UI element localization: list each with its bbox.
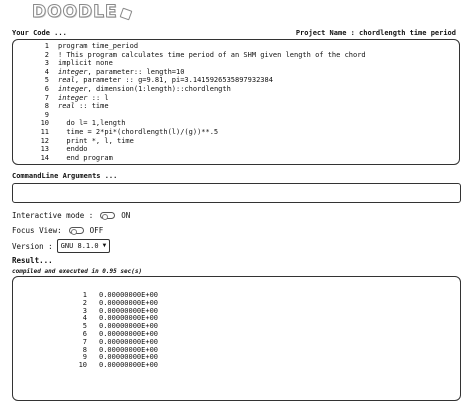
code-line: 12 print *, l, time [33,137,366,146]
line-number: 11 [40,127,49,136]
logo-text: DOODLE [32,2,118,23]
project-name: Project Name : chordlength time period [295,29,456,37]
code-line: 11 time = 2*pi*(chordlength(l)/(g))**.5 [33,128,366,137]
code-line: 3 implicit none [33,59,366,68]
result-label: Result... [12,256,53,265]
code-lines: 1 program time_period 2 ! This program calc… [33,42,366,162]
code-line: 8 real :: time [33,102,366,111]
cmdline-label: CommandLine Arguments ... [12,172,118,180]
toggle-knob-icon [102,213,109,220]
code-keyword: integer [58,93,88,102]
line-number: 3 [44,59,49,68]
output-lines: 1 0.00000000E+00 2 0.00000000E+00 3 0.0000000… [63,291,159,370]
code-keyword: integer [58,84,88,93]
line-number: 8 [44,102,49,111]
version-selected: GNU 8.1.0 [60,242,99,250]
line-number: 1 [44,42,49,50]
line-number: 2 [44,50,49,59]
code-line: 4 integer, parameter:: length=10 [33,68,366,77]
code-text: time = 2*pi*(chordlength(l)/(g))**.5 [58,127,219,136]
code-text: , dimension(1:length)::chordlength [87,84,231,93]
version-select[interactable]: GNU 8.1.0 ▼ [56,239,111,253]
code-line: 13 enddo [33,145,366,154]
code-keyword: real [58,76,75,85]
line-number: 14 [40,153,49,162]
code-text: enddo [58,145,88,154]
code-line: 7 integer :: l [33,94,366,103]
line-number: 5 [44,76,49,85]
line-number: 13 [40,145,49,154]
code-header: Your Code ... Project Name : chordlength… [12,29,458,39]
line-number: 12 [40,136,49,145]
doodle-logo[interactable]: DOODLE [32,2,132,23]
line-number: 6 [44,84,49,93]
code-line: 6 integer, dimension(1:length)::chordleng… [33,85,366,94]
code-text: do l= 1,length [58,119,126,128]
code-text: :: time [74,102,109,111]
code-text: program time_period [58,42,139,50]
code-line: 1 program time_period [33,42,366,51]
code-text: , parameter :: g=9.81, pi=3.141592653589… [74,76,273,85]
code-keyword: real [58,102,75,111]
interactive-mode-row: Interactive mode : ON [12,211,130,220]
code-line: 14 end program [33,154,366,163]
line-number: 9 [44,110,49,119]
code-label: Your Code ... [12,29,67,37]
code-text: print *, l, time [58,136,134,145]
chevron-down-icon: ▼ [102,242,107,249]
output-line: 10 0.00000000E+00 [63,361,159,370]
code-text: , parameter:: length=10 [87,67,185,76]
code-line: 9 [33,111,366,120]
interactive-mode-toggle[interactable] [100,212,116,220]
code-text: end program [58,153,113,162]
line-number: 7 [44,93,49,102]
logo-mark-icon [119,7,132,21]
version-row: Version : GNU 8.1.0 ▼ [12,239,111,253]
focus-view-row: Focus View: OFF [12,226,103,235]
interactive-mode-label: Interactive mode : [12,211,94,220]
code-keyword: integer [58,67,88,76]
focus-view-toggle[interactable] [68,227,84,235]
code-line: 5 real, parameter :: g=9.81, pi=3.1415926… [33,76,366,85]
output-index: 10 [78,361,87,370]
code-text: :: l [87,93,109,102]
code-line: 10 do l= 1,length [33,119,366,128]
exec-time-note: compiled and executed in 0.95 sec(s) [12,268,143,275]
focus-view-label: Focus View: [12,226,62,235]
output-panel: 1 0.00000000E+00 2 0.00000000E+00 3 0.0000000… [12,276,461,401]
code-text: ! This program calculates time period of… [58,50,366,59]
line-number: 4 [44,67,49,76]
version-label: Version : [12,241,53,251]
focus-view-state: OFF [89,226,104,235]
line-number: 10 [40,119,49,128]
code-text: implicit none [58,59,113,68]
cmdline-input[interactable] [12,183,461,203]
code-line: 2 ! This program calculates time period o… [33,51,366,60]
output-value: 0.00000000E+00 [99,361,159,370]
code-editor[interactable]: 1 program time_period 2 ! This program calc… [12,39,460,165]
interactive-mode-state: ON [121,211,131,220]
toggle-knob-icon [70,228,77,235]
